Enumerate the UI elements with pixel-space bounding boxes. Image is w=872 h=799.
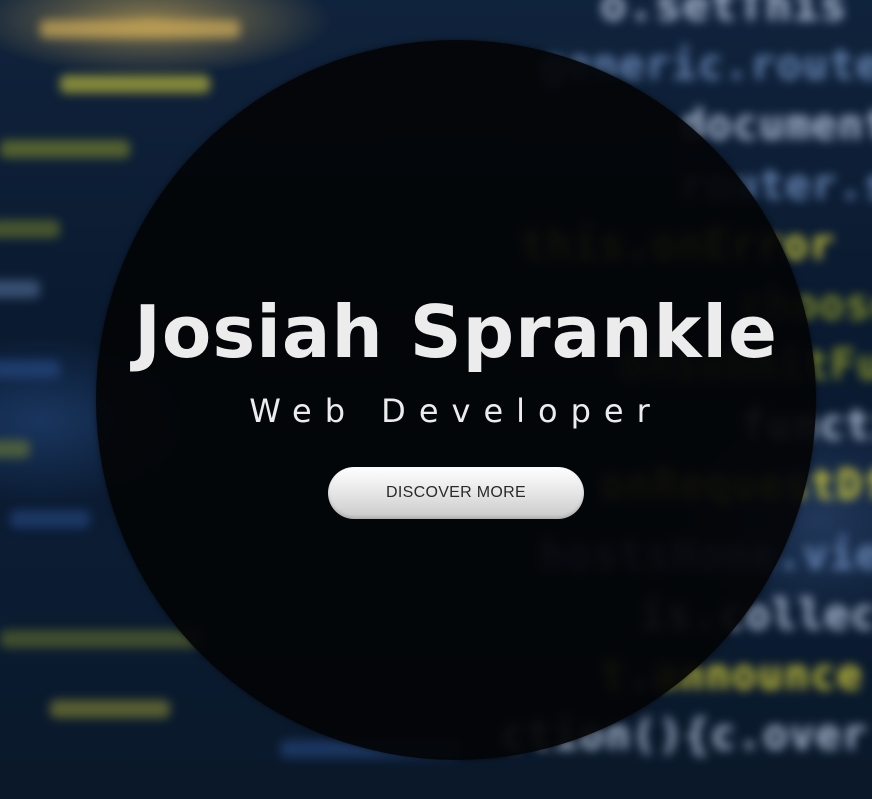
code-text: o.setThis [600,0,848,31]
code-highlight [40,20,240,38]
code-text: document. [680,100,872,149]
code-highlight [0,220,60,238]
code-highlight [0,630,200,648]
code-highlight [0,140,130,158]
hero-role: Web Developer [249,392,663,430]
hero-name: Josiah Sprankle [134,290,778,374]
code-highlight [10,510,90,528]
code-highlight [0,440,30,458]
code-highlight [60,75,210,93]
code-highlight [50,700,170,718]
hero-section: o.setThis generic.router.s document. rou… [0,0,872,799]
discover-more-button[interactable]: DISCOVER MORE [328,467,584,519]
